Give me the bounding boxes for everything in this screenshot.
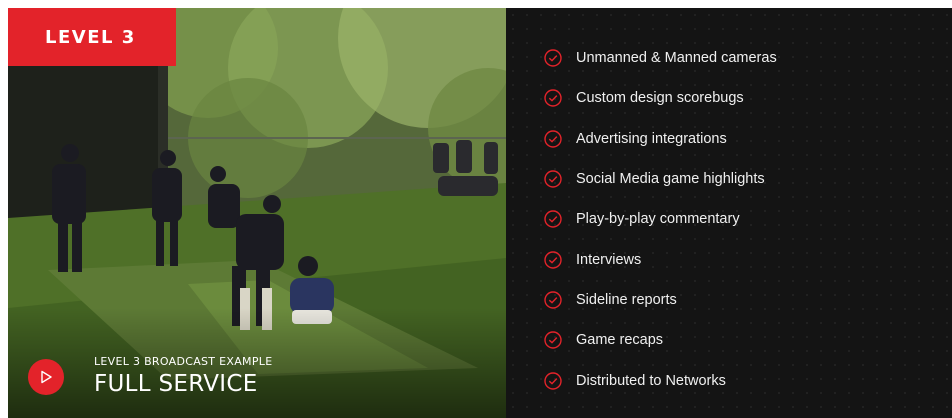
feature-label: Play-by-play commentary	[576, 211, 740, 228]
feature-label: Interviews	[576, 251, 642, 268]
video-caption: LEVEL 3 BROADCAST EXAMPLE FULL SERVICE	[28, 355, 272, 398]
feature-label: Distributed to Networks	[576, 372, 726, 389]
feature-item: Advertising integrations	[544, 119, 777, 159]
check-circle-icon	[544, 49, 562, 67]
features-panel: Unmanned & Manned cameras Custom design …	[506, 8, 952, 418]
check-circle-icon	[544, 130, 562, 148]
video-title: FULL SERVICE	[94, 371, 258, 397]
check-circle-icon	[544, 89, 562, 108]
feature-label: Social Media game highlights	[576, 171, 765, 188]
feature-item: Custom design scorebugs	[544, 78, 777, 118]
check-circle-icon	[544, 291, 562, 309]
check-circle-icon	[544, 170, 562, 188]
video-subtitle: LEVEL 3 BROADCAST EXAMPLE	[94, 355, 273, 368]
feature-item: Social Media game highlights	[544, 159, 777, 199]
feature-item: Sideline reports	[544, 280, 777, 320]
feature-item: Play-by-play commentary	[544, 199, 777, 239]
check-circle-icon	[544, 210, 562, 229]
caption-text: LEVEL 3 BROADCAST EXAMPLE FULL SERVICE	[94, 355, 272, 398]
play-button[interactable]	[28, 358, 64, 395]
feature-item: Interviews	[544, 239, 777, 279]
video-thumbnail[interactable]: LEVEL 3 LEVEL 3 BROADCAST EXAMPLE FULL S…	[8, 8, 506, 418]
check-circle-icon	[544, 371, 562, 390]
check-circle-icon	[544, 250, 562, 269]
feature-label: Game recaps	[576, 332, 664, 349]
level-badge: LEVEL 3	[8, 8, 176, 66]
feature-item: Unmanned & Manned cameras	[544, 38, 777, 78]
play-icon	[41, 370, 52, 383]
feature-item: Game recaps	[544, 320, 777, 360]
check-circle-icon	[544, 331, 562, 349]
feature-label: Unmanned & Manned cameras	[576, 50, 777, 67]
feature-label: Sideline reports	[576, 291, 677, 308]
broadcast-level-card: LEVEL 3 LEVEL 3 BROADCAST EXAMPLE FULL S…	[8, 8, 952, 418]
feature-list: Unmanned & Manned cameras Custom design …	[544, 38, 777, 401]
feature-item: Distributed to Networks	[544, 360, 777, 400]
feature-label: Advertising integrations	[576, 130, 727, 147]
feature-label: Custom design scorebugs	[576, 90, 744, 107]
